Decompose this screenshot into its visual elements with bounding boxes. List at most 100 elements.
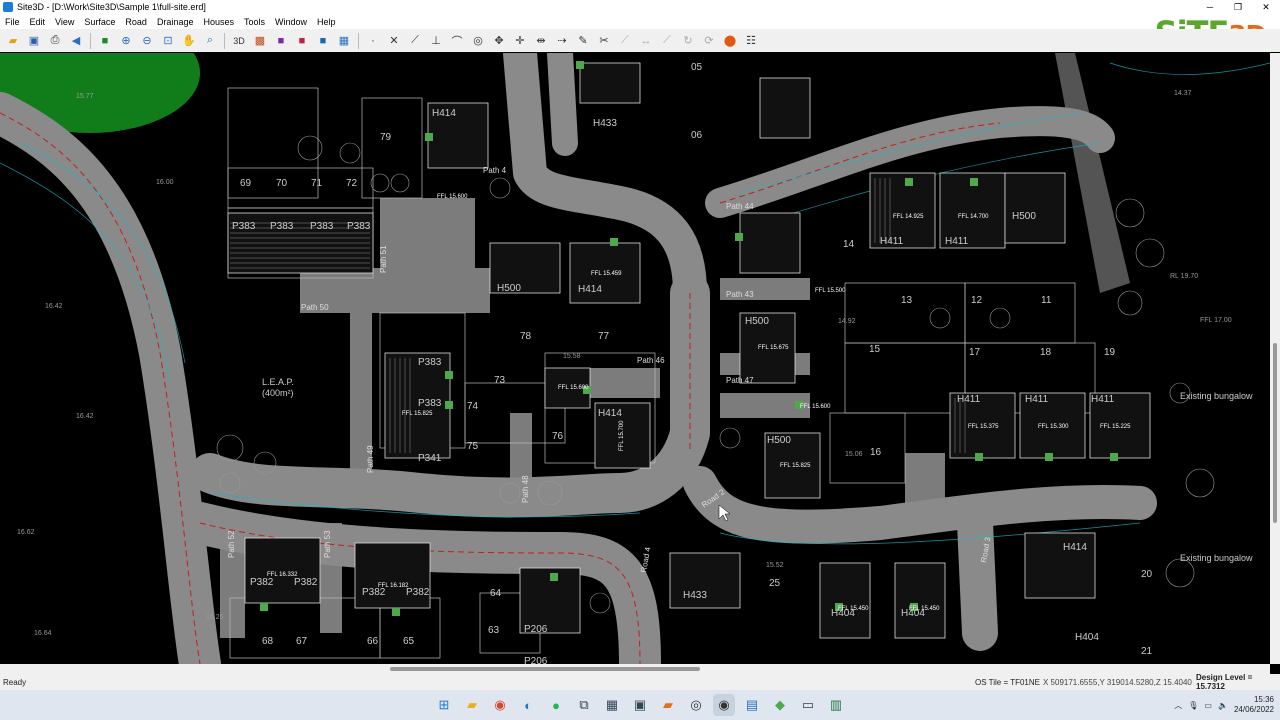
spotify-icon[interactable]: ● [545, 694, 567, 716]
grid-icon[interactable]: ▦ [335, 32, 353, 50]
house-type: H500 [745, 316, 769, 327]
plot-number: 65 [403, 636, 415, 647]
render-icon[interactable]: ▩ [251, 32, 269, 50]
house-type: P383 [418, 357, 442, 368]
menu-drainage[interactable]: Drainage [152, 17, 199, 27]
cross-icon[interactable]: ✕ [385, 32, 403, 50]
arc-icon[interactable]: ⌒ [448, 32, 466, 50]
app-icon-g[interactable]: ▭ [797, 694, 819, 716]
house-type: P206 [524, 656, 548, 664]
snap-icon[interactable]: ✛ [511, 32, 529, 50]
display-icon[interactable]: ▭ [1204, 701, 1212, 710]
app-icon-f[interactable]: ◆ [769, 694, 791, 716]
chevron-up-icon[interactable]: ︿ [1174, 700, 1182, 711]
report-icon[interactable]: ☷ [742, 32, 760, 50]
minimize-button[interactable]: ─ [1196, 0, 1224, 14]
horizontal-scroll-thumb[interactable] [390, 667, 700, 671]
plot-number: 14 [843, 239, 855, 250]
menu-help[interactable]: Help [312, 17, 341, 27]
network-icon[interactable]: ⧉ [573, 694, 595, 716]
ffl-label: FFL 15.225 [1100, 424, 1131, 430]
close-button[interactable]: ✕ [1252, 0, 1280, 14]
plot-number: 68 [262, 636, 274, 647]
file-explorer-icon[interactable]: ▰ [461, 694, 483, 716]
site-plan-drawing[interactable]: 79 69 70 71 72 78 77 74 75 76 73 68 67 6… [0, 53, 1270, 664]
trim-icon[interactable]: ✂ [595, 32, 613, 50]
house-type: H414 [1063, 542, 1087, 553]
line-icon[interactable]: ⟋ [406, 32, 424, 50]
open-icon[interactable]: ▰ [4, 32, 22, 50]
app-icon-c[interactable]: ▰ [657, 694, 679, 716]
horizontal-scrollbar[interactable] [0, 664, 1270, 674]
menu-road[interactable]: Road [120, 17, 152, 27]
path-label: Path 48 [521, 475, 530, 503]
maximize-button[interactable]: ❐ [1224, 0, 1252, 14]
house-type: H414 [578, 284, 602, 295]
edge-icon[interactable]: ◐ [517, 694, 539, 716]
plot-number: 73 [494, 375, 506, 386]
menu-surface[interactable]: Surface [79, 17, 120, 27]
zoom-out-icon[interactable]: ⊖ [138, 32, 156, 50]
rotate-icon[interactable]: ↻ [679, 32, 697, 50]
drawing-canvas[interactable]: 79 69 70 71 72 78 77 74 75 76 73 68 67 6… [0, 53, 1270, 664]
point-icon[interactable]: · [364, 32, 382, 50]
menu-view[interactable]: View [50, 17, 79, 27]
3d-view-icon[interactable]: 3D [230, 32, 248, 50]
menu-window[interactable]: Window [270, 17, 312, 27]
stretch-icon[interactable]: ⇹ [532, 32, 550, 50]
save-icon[interactable]: ▣ [25, 32, 43, 50]
menu-file[interactable]: File [0, 17, 25, 27]
dimension-icon[interactable]: ↔ [637, 32, 655, 50]
zoom-window-icon[interactable]: ⊡ [159, 32, 177, 50]
microphone-icon[interactable]: 🎙 [1188, 701, 1198, 710]
plot-number: 66 [367, 636, 379, 647]
spot-level: 16.64 [34, 630, 52, 637]
menu-edit[interactable]: Edit [25, 17, 51, 27]
zoom-in-icon[interactable]: ⊕ [117, 32, 135, 50]
ffl-label: FFL 15.825 [402, 411, 433, 417]
menu-houses[interactable]: Houses [198, 17, 239, 27]
clock[interactable]: 15:36 24/06/2022 [1234, 695, 1274, 715]
move-icon[interactable]: ✥ [490, 32, 508, 50]
surface-icon[interactable]: ■ [293, 32, 311, 50]
back-icon[interactable]: ◀ [67, 32, 85, 50]
zoom-extents-icon[interactable]: ⌕ [201, 32, 219, 50]
pan-icon[interactable]: ✋ [180, 32, 198, 50]
shade-icon[interactable]: ■ [272, 32, 290, 50]
perpendicular-icon[interactable]: ⊥ [427, 32, 445, 50]
layers-icon[interactable]: ■ [96, 32, 114, 50]
plot-number: 75 [467, 441, 479, 452]
ffl-label: FFL 15.300 [1038, 424, 1069, 430]
site3d-task-icon[interactable]: ◉ [713, 694, 735, 716]
app-icon-a[interactable]: ▦ [601, 694, 623, 716]
house-type: P206 [524, 624, 548, 635]
excel-icon[interactable]: ▥ [825, 694, 847, 716]
start-icon[interactable]: ⊞ [433, 694, 455, 716]
ffl-label: FFL 15.600 [437, 194, 468, 200]
refresh-icon[interactable]: ⟳ [700, 32, 718, 50]
extend-icon[interactable]: ⇢ [553, 32, 571, 50]
slope-icon[interactable]: ⟋ [658, 32, 676, 50]
model-icon[interactable]: ■ [314, 32, 332, 50]
app-icon-b[interactable]: ▣ [629, 694, 651, 716]
app-icon-e[interactable]: ▤ [741, 694, 763, 716]
circle-icon[interactable]: ◎ [469, 32, 487, 50]
ffl-label: FFL 16.182 [378, 583, 409, 589]
print-icon[interactable]: ⎙ [46, 32, 64, 50]
chrome-icon[interactable]: ◉ [489, 694, 511, 716]
menu-tools[interactable]: Tools [239, 17, 270, 27]
path-label: Path 46 [637, 356, 665, 365]
vertical-scrollbar[interactable] [1270, 53, 1280, 664]
vertical-scroll-thumb[interactable] [1273, 343, 1277, 523]
spot-level: RL 19.70 [1170, 273, 1198, 280]
speaker-icon[interactable]: 🔈 [1218, 701, 1228, 710]
diagonal-icon[interactable]: ⟋ [616, 32, 634, 50]
plot-number: 17 [969, 347, 981, 358]
plot-number: 18 [1040, 347, 1052, 358]
house-type: P382 [294, 577, 318, 588]
status-bar: Ready OS Tile = TF01NE X 509171.6555,Y 3… [0, 673, 1280, 691]
edit-icon[interactable]: ✎ [574, 32, 592, 50]
app-icon-d[interactable]: ◎ [685, 694, 707, 716]
road-label: Road 4 [639, 546, 652, 574]
warning-icon[interactable]: ⬤ [721, 32, 739, 50]
